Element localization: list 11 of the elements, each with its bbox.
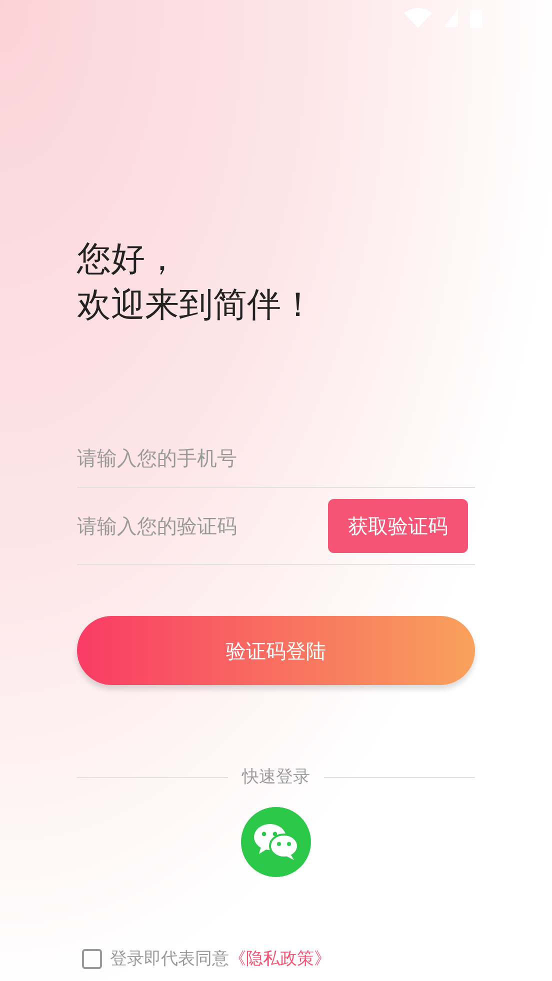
code-input[interactable]: 请输入您的验证码 <box>77 511 307 541</box>
phone-input[interactable]: 请输入您的手机号 <box>77 442 475 472</box>
greeting-text: 您好， <box>77 238 180 281</box>
agreement-checkbox[interactable] <box>82 949 102 970</box>
greeting-text: 欢迎来到简伴！ <box>77 284 316 327</box>
privacy-policy-link[interactable]: 《隐私政策》 <box>229 946 331 972</box>
quick-login-label: 快速登录 <box>240 766 311 789</box>
chat-bubbles-icon <box>253 822 299 860</box>
agreement-text: 登录即代表同意 <box>110 948 229 970</box>
get-code-button[interactable]: 获取验证码 <box>328 499 468 553</box>
login-button[interactable]: 验证码登陆 <box>77 616 475 685</box>
